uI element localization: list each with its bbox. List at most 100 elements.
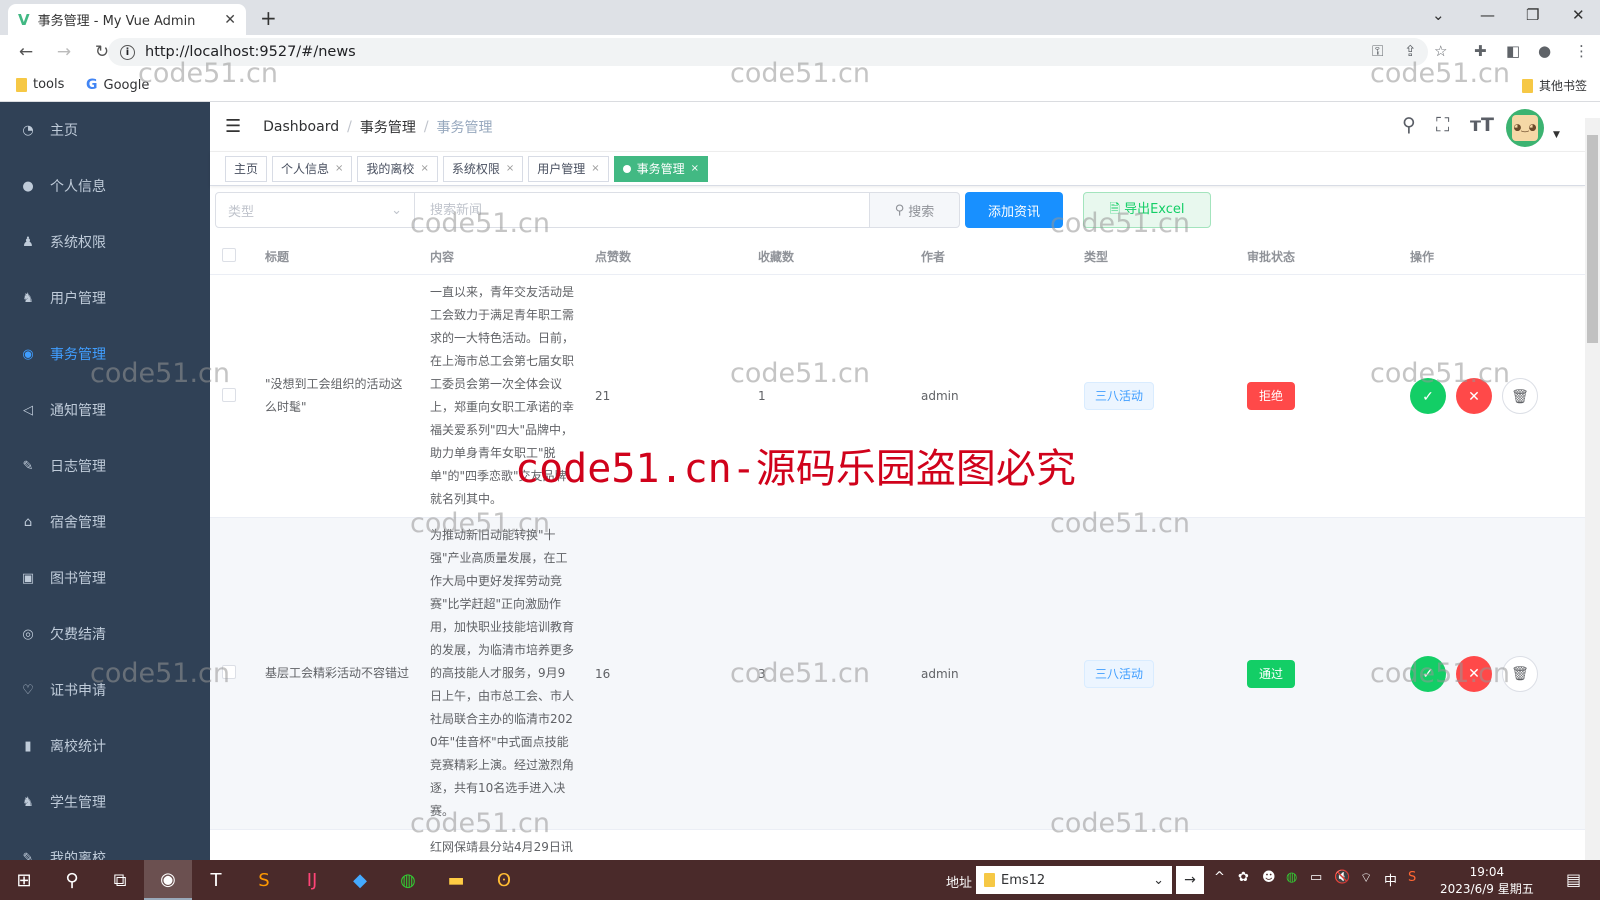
key-icon[interactable]: ⚿ bbox=[1372, 42, 1383, 60]
file-explorer-icon[interactable]: ▬ bbox=[432, 860, 480, 900]
breadcrumb-dashboard[interactable]: Dashboard bbox=[263, 119, 339, 135]
sidebar-item[interactable]: ◁ 通知管理 bbox=[0, 382, 210, 438]
minimize-icon[interactable]: — bbox=[1480, 6, 1495, 24]
navbar: ☰ Dashboard / 事务管理 / 事务管理 bbox=[210, 102, 1585, 152]
menu-icon[interactable]: ⋮ bbox=[1574, 42, 1589, 60]
side-panel-icon[interactable]: ◧ bbox=[1506, 42, 1520, 60]
bookmark-tools[interactable]: tools bbox=[16, 77, 64, 92]
export-excel-button[interactable]: 🗎 导出Excel bbox=[1083, 192, 1211, 228]
sidebar-item[interactable]: ◎ 欠费结清 bbox=[0, 606, 210, 662]
window-close-icon[interactable]: ✕ bbox=[1572, 6, 1585, 24]
delete-button[interactable]: 🗑 bbox=[1502, 378, 1538, 414]
tag-item[interactable]: 个人信息 × bbox=[272, 155, 353, 182]
tags-view: 主页 个人信息 × 我的离校 × 系统权限 × 用户管理 × 事务管理 × bbox=[210, 152, 1585, 186]
reject-button[interactable]: ✕ bbox=[1456, 378, 1492, 414]
sidebar-item[interactable]: ♞ 学生管理 bbox=[0, 774, 210, 830]
close-tag-icon[interactable]: × bbox=[506, 163, 514, 174]
breadcrumb-separator: / bbox=[423, 118, 429, 135]
navicat-icon[interactable]: ʘ bbox=[480, 860, 528, 900]
search-icon[interactable]: ⚲ bbox=[48, 860, 96, 900]
profile-icon[interactable]: ● bbox=[1538, 42, 1551, 60]
fullscreen-icon[interactable]: ⛶ bbox=[1436, 114, 1449, 136]
close-tag-icon[interactable]: × bbox=[691, 163, 699, 174]
reject-button[interactable]: ✕ bbox=[1456, 655, 1492, 692]
close-tag-icon[interactable]: × bbox=[591, 163, 599, 174]
approve-button[interactable]: ✓ bbox=[1410, 655, 1446, 692]
site-info-icon[interactable]: i bbox=[120, 44, 135, 60]
sidebar-item[interactable]: ♡ 证书申请 bbox=[0, 662, 210, 718]
address-go-icon[interactable]: → bbox=[1176, 866, 1204, 894]
battery-icon[interactable]: ▭ bbox=[1310, 870, 1322, 885]
bookmark-google[interactable]: G Google bbox=[86, 77, 149, 93]
search-button[interactable]: ⚲ 搜索 bbox=[870, 192, 960, 228]
close-tag-icon[interactable]: × bbox=[420, 163, 428, 174]
tag-item[interactable]: 系统权限 × bbox=[442, 155, 524, 182]
breadcrumb-section[interactable]: 事务管理 bbox=[360, 117, 416, 137]
typora-icon[interactable]: T bbox=[192, 860, 240, 900]
tab-search-icon[interactable]: ⌄ bbox=[1432, 6, 1445, 24]
search-input[interactable] bbox=[415, 192, 870, 228]
sidebar-item[interactable]: ♞ 用户管理 bbox=[0, 270, 210, 326]
type-select[interactable]: 类型 ⌄ bbox=[215, 192, 415, 228]
font-size-icon[interactable]: тT bbox=[1470, 114, 1494, 136]
extensions-icon[interactable]: ✚ bbox=[1474, 42, 1487, 60]
address-toolbar-input[interactable]: Ems12 ⌄ bbox=[976, 866, 1172, 894]
hamburger-icon[interactable]: ☰ bbox=[225, 116, 241, 137]
intellij-icon[interactable]: IJ bbox=[288, 860, 336, 900]
sidebar-item[interactable]: ◉ 事务管理 bbox=[0, 326, 210, 382]
sublime-icon[interactable]: S bbox=[240, 860, 288, 900]
table-row: "没想到工会组织的活动这么时髦" 一直以来，青年交友活动是工会致力于满足青年职工需… bbox=[210, 275, 1585, 518]
ime-icon[interactable]: 中 bbox=[1384, 870, 1397, 889]
restore-icon[interactable]: ❐ bbox=[1526, 6, 1539, 24]
scrollbar-thumb[interactable] bbox=[1587, 135, 1598, 343]
qq-icon[interactable]: ☻ bbox=[1262, 870, 1276, 885]
volume-muted-icon[interactable]: 🔇 bbox=[1334, 870, 1350, 885]
notification-icon[interactable]: ▤ bbox=[1566, 870, 1581, 889]
sidebar-item[interactable]: ⌂ 宿舍管理 bbox=[0, 494, 210, 550]
sidebar-item[interactable]: ♟ 系统权限 bbox=[0, 214, 210, 270]
new-tab-button[interactable]: + bbox=[260, 6, 277, 30]
task-view-icon[interactable]: ⧉ bbox=[96, 860, 144, 900]
wechat-icon[interactable]: ◍ bbox=[384, 860, 432, 900]
delete-button[interactable]: 🗑 bbox=[1502, 655, 1538, 692]
tray-expand-icon[interactable]: ^ bbox=[1214, 870, 1225, 885]
address-toolbar-label: 地址 bbox=[946, 876, 973, 891]
bookmark-star-icon[interactable]: ☆ bbox=[1434, 42, 1447, 60]
browser-tab[interactable]: V 事务管理 - My Vue Admin ✕ bbox=[8, 4, 246, 35]
app-icon[interactable]: ◆ bbox=[336, 860, 384, 900]
caret-down-icon[interactable]: ▼ bbox=[1553, 130, 1560, 140]
sidebar-item[interactable]: ✎ 日志管理 bbox=[0, 438, 210, 494]
tag-item[interactable]: 我的离校 × bbox=[357, 155, 438, 182]
other-bookmarks[interactable]: 其他书签 bbox=[1522, 77, 1587, 94]
chrome-icon[interactable]: ◉ bbox=[144, 860, 192, 900]
tag-item[interactable]: 事务管理 × bbox=[613, 155, 709, 182]
tray-app-icon[interactable]: ✿ bbox=[1238, 870, 1249, 885]
sidebar-item[interactable]: ▣ 图书管理 bbox=[0, 550, 210, 606]
close-tab-icon[interactable]: ✕ bbox=[224, 12, 236, 28]
tag-item[interactable]: 主页 bbox=[225, 155, 268, 182]
sidebar-item[interactable]: ▮ 离校统计 bbox=[0, 718, 210, 774]
clock[interactable]: 19:04 2023/6/9 星期五 bbox=[1440, 864, 1534, 898]
back-icon[interactable]: ← bbox=[14, 42, 38, 62]
sidebar-item[interactable]: ◔ 主页 bbox=[0, 102, 210, 158]
row-checkbox[interactable] bbox=[222, 665, 236, 679]
forward-icon[interactable]: → bbox=[52, 42, 76, 62]
windows-start-icon[interactable]: ⊞ bbox=[0, 860, 48, 900]
search-icon[interactable]: ⚲ bbox=[1402, 114, 1416, 136]
approve-button[interactable]: ✓ bbox=[1410, 378, 1446, 414]
sidebar-item[interactable]: ✎ 我的离校 bbox=[0, 830, 210, 861]
share-icon[interactable]: ⇪ bbox=[1404, 42, 1417, 60]
tag-item[interactable]: 用户管理 × bbox=[528, 155, 609, 182]
row-checkbox[interactable] bbox=[222, 387, 236, 402]
wechat-tray-icon[interactable]: ◍ bbox=[1286, 870, 1297, 885]
close-tag-icon[interactable]: × bbox=[335, 163, 343, 174]
select-all-checkbox[interactable] bbox=[222, 247, 236, 262]
add-news-button[interactable]: 添加资讯 bbox=[965, 192, 1063, 228]
header-title[interactable]: 标题 bbox=[255, 248, 420, 265]
url-bar[interactable]: i http://localhost:9527/#/news bbox=[108, 38, 1428, 66]
sogou-icon[interactable]: S bbox=[1408, 870, 1416, 885]
avatar[interactable]: ◕‿◕ bbox=[1506, 109, 1544, 147]
chevron-down-icon[interactable]: ⌄ bbox=[1153, 873, 1164, 888]
wifi-icon[interactable]: ⌔ bbox=[1360, 870, 1372, 886]
sidebar-item[interactable]: ● 个人信息 bbox=[0, 158, 210, 214]
